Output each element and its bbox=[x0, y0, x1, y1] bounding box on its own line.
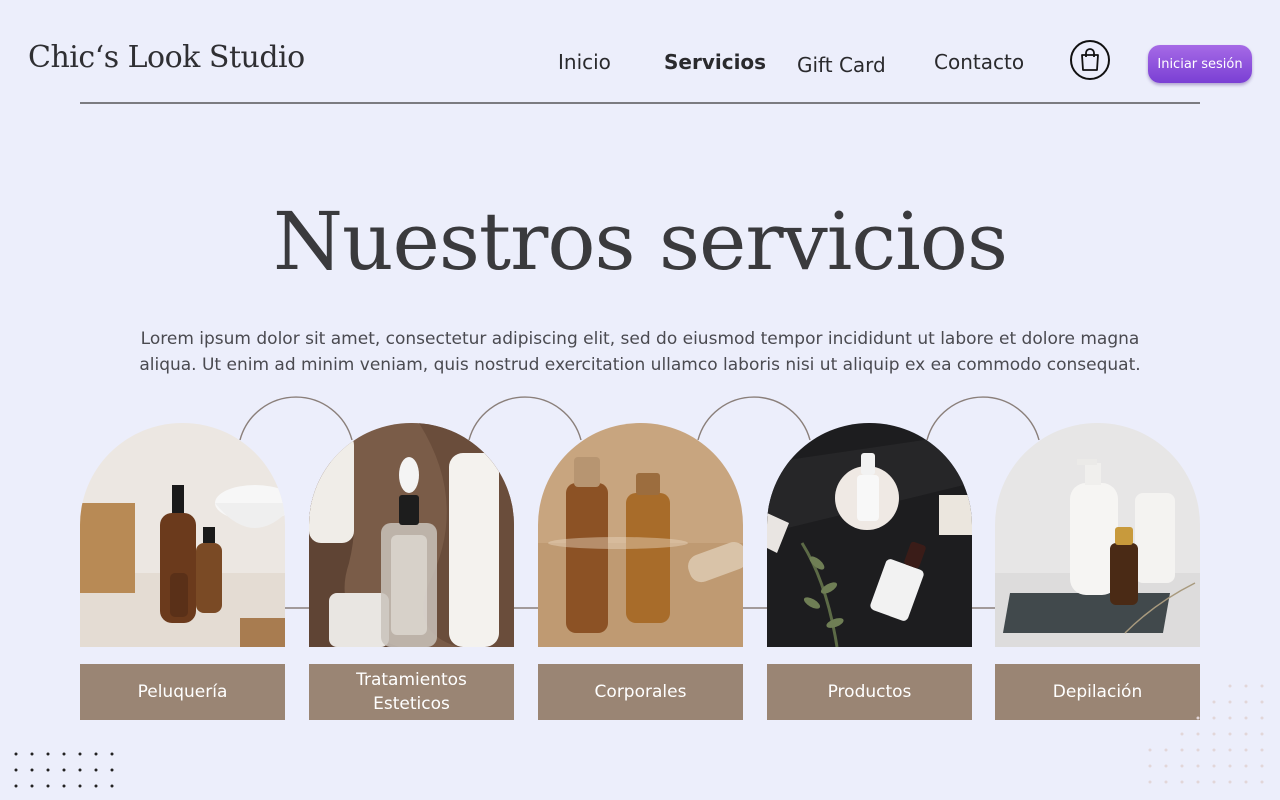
decorative-dots-faint bbox=[1148, 684, 1264, 784]
service-card-tratamientos[interactable]: Tratamientos Esteticos bbox=[309, 423, 514, 720]
service-label[interactable]: Peluquería bbox=[80, 664, 285, 720]
service-photo bbox=[80, 423, 285, 647]
service-label[interactable]: Corporales bbox=[538, 664, 743, 720]
service-card-peluqueria[interactable]: Peluquería bbox=[80, 423, 285, 720]
nav-gift-card[interactable]: Gift Card bbox=[797, 53, 886, 77]
nav-contacto[interactable]: Contacto bbox=[934, 50, 1024, 74]
service-card-corporales[interactable]: Corporales bbox=[538, 423, 743, 720]
service-label[interactable]: Productos bbox=[767, 664, 972, 720]
service-label[interactable]: Tratamientos Esteticos bbox=[309, 664, 514, 720]
nav-servicios[interactable]: Servicios bbox=[664, 50, 766, 74]
service-photo bbox=[767, 423, 972, 647]
header-divider bbox=[80, 102, 1200, 104]
intro-paragraph: Lorem ipsum dolor sit amet, consectetur … bbox=[139, 329, 1141, 375]
service-photo bbox=[538, 423, 743, 647]
service-card-depilacion[interactable]: Depilación bbox=[995, 423, 1200, 720]
shopping-bag-icon bbox=[1081, 48, 1099, 71]
service-card-productos[interactable]: Productos bbox=[767, 423, 972, 720]
brand-logo[interactable]: Chic‘s Look Studio bbox=[28, 40, 305, 75]
login-button[interactable]: Iniciar sesión bbox=[1148, 45, 1252, 83]
nav-inicio[interactable]: Inicio bbox=[558, 50, 611, 74]
service-photo bbox=[995, 423, 1200, 647]
service-photo bbox=[309, 423, 514, 647]
decorative-dots bbox=[14, 752, 114, 788]
page-title: Nuestros servicios bbox=[273, 195, 1008, 288]
cart-button[interactable] bbox=[1070, 40, 1110, 80]
